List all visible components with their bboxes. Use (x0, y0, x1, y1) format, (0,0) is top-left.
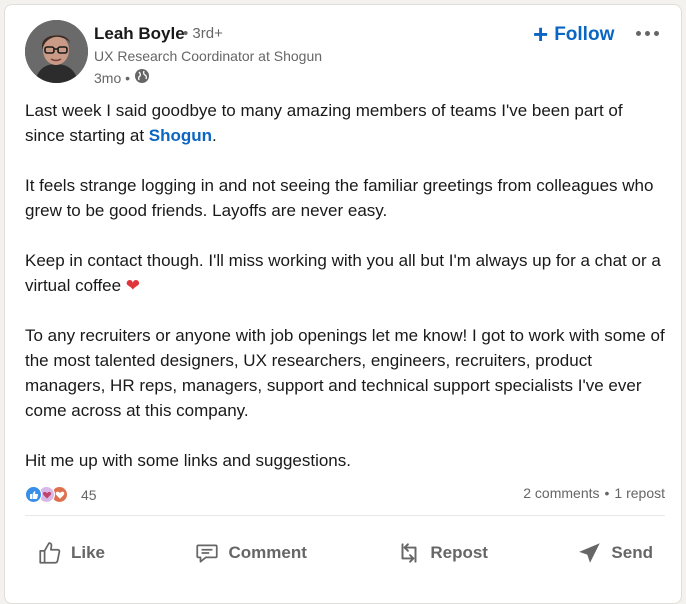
post-paragraph: Last week I said goodbye to many amazing… (25, 98, 665, 148)
divider (25, 515, 665, 516)
comments-count-link[interactable]: 2 comments (523, 485, 599, 501)
post-paragraph: Hit me up with some links and suggestion… (25, 451, 351, 470)
repost-icon (396, 540, 422, 566)
reaction-count: 45 (81, 487, 97, 503)
comment-icon (194, 540, 220, 566)
heart-emoji-icon: ❤ (125, 276, 141, 295)
author-headline[interactable]: UX Research Coordinator at Shogun (94, 48, 322, 64)
post-paragraph: To any recruiters or anyone with job ope… (25, 326, 665, 420)
send-icon (577, 540, 603, 566)
like-icon (25, 486, 42, 503)
company-mention-link[interactable]: Shogun (149, 126, 212, 145)
globe-icon (134, 68, 150, 87)
comment-button[interactable]: Comment (182, 529, 318, 577)
thumbs-up-icon (37, 540, 63, 566)
send-button[interactable]: Send (565, 529, 665, 577)
post-time: 3mo • (94, 69, 131, 86)
like-label: Like (71, 543, 106, 562)
comment-label: Comment (228, 543, 307, 562)
reposts-count-link[interactable]: 1 repost (614, 485, 665, 501)
post-text: . (212, 126, 217, 145)
social-counts: 45 2 comments • 1 repost (25, 484, 665, 508)
post-paragraph: It feels strange logging in and not seei… (25, 176, 654, 220)
ellipsis-icon[interactable] (631, 21, 663, 45)
stats-separator: • (604, 485, 610, 501)
avatar[interactable] (25, 20, 88, 83)
plus-icon: + (533, 18, 549, 49)
repost-button[interactable]: Repost (384, 529, 500, 577)
author-name[interactable]: Leah Boyle (94, 24, 185, 44)
connection-degree: • 3rd+ (183, 25, 223, 42)
post-action-bar: Like Comment Repost Send (25, 525, 665, 581)
send-label: Send (611, 543, 653, 562)
follow-button[interactable]: + Follow (527, 19, 620, 51)
post-text: Keep in contact though. I'll miss workin… (25, 251, 661, 295)
post-body: Last week I said goodbye to many amazing… (25, 98, 665, 473)
repost-label: Repost (430, 543, 488, 562)
engagement-stats: 2 comments • 1 repost (523, 485, 665, 501)
like-button[interactable]: Like (25, 529, 117, 577)
avatar-photo (25, 20, 88, 83)
post-paragraph: Keep in contact though. I'll miss workin… (25, 248, 665, 298)
reactions-summary[interactable]: 45 (25, 486, 97, 503)
post-meta: 3mo • (94, 68, 150, 87)
post-text: Last week I said goodbye to many amazing… (25, 101, 623, 145)
follow-label: Follow (554, 24, 615, 45)
feed-post-card: Leah Boyle • 3rd+ UX Research Coordinato… (4, 4, 682, 604)
